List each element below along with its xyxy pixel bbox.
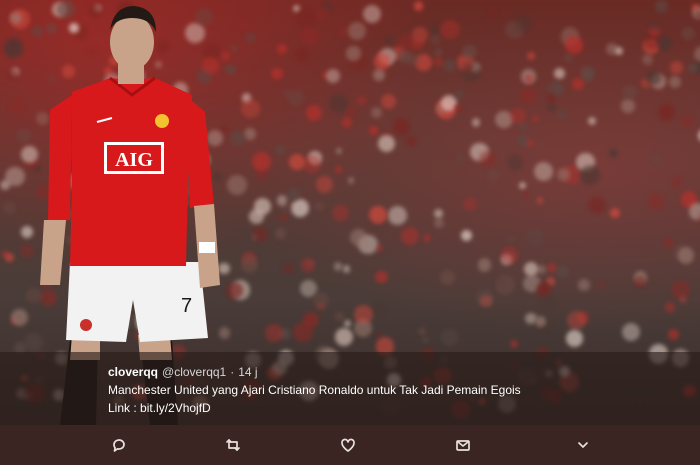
heart-icon — [341, 438, 355, 452]
like-button[interactable] — [328, 425, 368, 465]
tweet-action-bar — [0, 425, 700, 465]
shirt-number: 7 — [181, 295, 192, 317]
sponsor-logo-text: AIG — [115, 149, 153, 171]
tweet-caption: cloverqq @cloverqq1 · 14 j Manchester Un… — [108, 363, 521, 417]
message-button[interactable] — [443, 425, 483, 465]
link-label: Link : — [108, 401, 141, 415]
envelope-icon — [456, 440, 470, 451]
tweet-text: Manchester United yang Ajari Cristiano R… — [108, 383, 521, 397]
more-button[interactable] — [563, 425, 603, 465]
reply-button[interactable] — [99, 425, 139, 465]
retweet-button[interactable] — [213, 425, 253, 465]
tweet-link-line: Link : bit.ly/2VhojfD — [108, 399, 521, 417]
tweet-timestamp[interactable]: 14 j — [238, 363, 257, 381]
retweet-icon — [226, 439, 240, 451]
author-display-name[interactable]: cloverqq — [108, 363, 158, 381]
author-handle[interactable]: @cloverqq1 — [162, 363, 226, 381]
separator-dot: · — [230, 365, 235, 379]
chevron-down-icon — [578, 442, 588, 448]
reply-icon — [113, 439, 125, 452]
tweet-header: cloverqq @cloverqq1 · 14 j — [108, 363, 521, 381]
tweet-link[interactable]: bit.ly/2VhojfD — [140, 401, 211, 415]
